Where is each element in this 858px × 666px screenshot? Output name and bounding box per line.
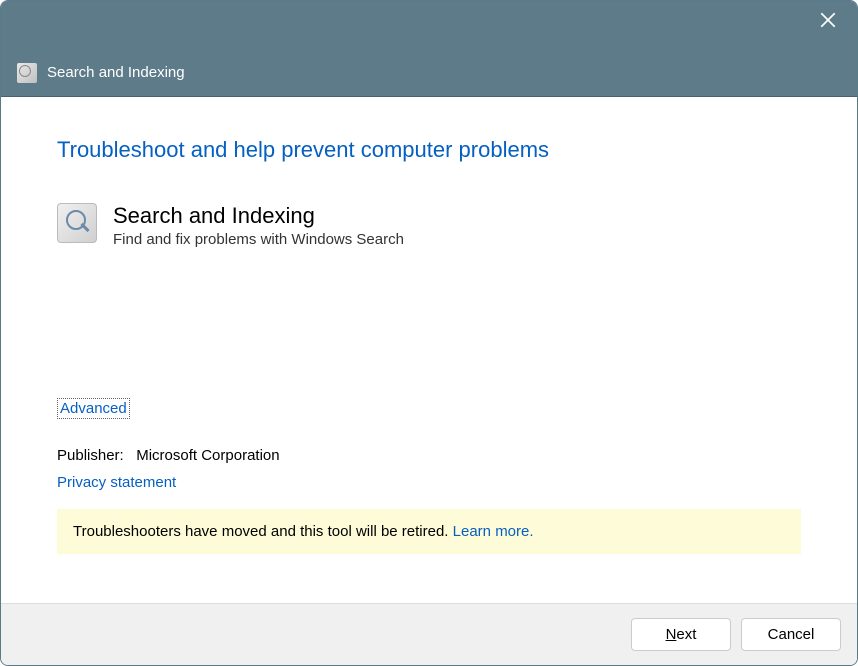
search-magnifier-icon bbox=[57, 203, 97, 243]
troubleshooter-title: Search and Indexing bbox=[113, 203, 404, 229]
advanced-link[interactable]: Advanced bbox=[57, 398, 130, 419]
publisher-label: Publisher: bbox=[57, 447, 124, 464]
publisher-value: Microsoft Corporation bbox=[136, 447, 279, 464]
titlebar-top bbox=[1, 1, 857, 49]
titlebar: Search and Indexing bbox=[1, 49, 857, 97]
window-title: Search and Indexing bbox=[47, 64, 185, 81]
troubleshooter-info: Search and Indexing Find and fix problem… bbox=[57, 203, 801, 248]
page-heading: Troubleshoot and help prevent computer p… bbox=[57, 137, 801, 163]
warning-text: Troubleshooters have moved and this tool… bbox=[73, 523, 453, 540]
troubleshooter-icon bbox=[17, 63, 37, 83]
publisher-row: Publisher: Microsoft Corporation bbox=[57, 447, 801, 464]
content-area: Troubleshoot and help prevent computer p… bbox=[1, 97, 857, 603]
warning-banner: Troubleshooters have moved and this tool… bbox=[57, 509, 801, 554]
troubleshooter-description: Find and fix problems with Windows Searc… bbox=[113, 231, 404, 248]
close-icon[interactable] bbox=[819, 11, 837, 29]
privacy-statement-link[interactable]: Privacy statement bbox=[57, 474, 176, 491]
cancel-button[interactable]: Cancel bbox=[741, 618, 841, 651]
next-button[interactable]: Next bbox=[631, 618, 731, 651]
footer: Next Cancel bbox=[1, 603, 857, 665]
learn-more-link[interactable]: Learn more. bbox=[453, 523, 534, 540]
